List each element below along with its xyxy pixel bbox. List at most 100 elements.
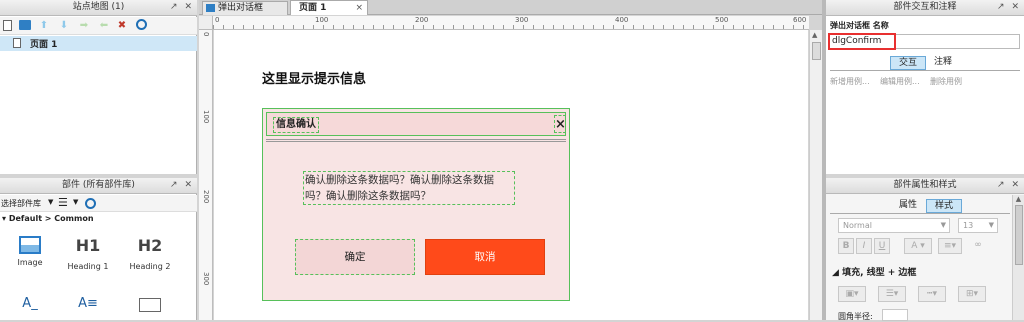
ruler-tick: 300 <box>202 272 210 286</box>
move-up-icon[interactable]: ⬆ <box>38 20 50 32</box>
bold-button[interactable]: B <box>838 238 854 254</box>
page-label: 页面 1 <box>30 40 58 50</box>
prompt-text[interactable]: 这里显示提示信息 <box>262 68 366 87</box>
sitemap-title: 站点地图 (1) ↗ ✕ <box>0 0 197 16</box>
cancel-button[interactable]: 取消 <box>425 239 545 275</box>
panel-window-icons[interactable]: ↗ ✕ <box>997 178 1021 193</box>
label-icon: A_ <box>22 296 38 311</box>
interaction-title: 部件交互和注释 ↗ ✕ <box>826 0 1024 16</box>
chevron-down-icon[interactable]: ▼ <box>73 198 78 206</box>
dialog-close-button[interactable]: × <box>554 115 566 133</box>
text-align-button[interactable]: ≡▾ <box>938 238 962 254</box>
interaction-panel: 部件交互和注释 ↗ ✕ 弹出对话框 名称 dlgConfirm 交互 注释 新增… <box>826 0 1024 174</box>
line-style-button[interactable]: ┅▾ <box>918 286 946 302</box>
tab-style[interactable]: 样式 <box>926 199 962 213</box>
component-group-label: Default > Common <box>8 214 94 223</box>
ruler-corner <box>199 16 213 30</box>
font-size-select[interactable]: 13 ▼ <box>958 218 998 233</box>
search-icon[interactable] <box>85 198 96 209</box>
component-label-widget[interactable]: A_ <box>0 296 60 311</box>
design-canvas[interactable]: 这里显示提示信息 信息确认 × 确认删除这条数据吗？确认删除这条数据吗？确认删除… <box>214 30 808 320</box>
component-heading-1[interactable]: H1 Heading 1 <box>58 236 118 271</box>
confirm-dialog[interactable]: 信息确认 × 确认删除这条数据吗？确认删除这条数据吗？确认删除这条数据吗？ 确定… <box>262 108 570 301</box>
font-size-value: 13 <box>963 221 974 230</box>
dialog-message: 确认删除这条数据吗？确认删除这条数据吗？确认删除这条数据吗？ <box>303 171 515 205</box>
outdent-icon[interactable]: ⬅ <box>98 20 110 32</box>
font-style-select[interactable]: Normal ▼ <box>838 218 950 233</box>
page-icon <box>13 38 21 48</box>
italic-button[interactable]: I <box>856 238 872 254</box>
corner-radius-input[interactable] <box>882 309 908 321</box>
fill-section-header[interactable]: ◢ 填充, 线型 + 边框 <box>832 265 916 278</box>
sitemap-toolbar: ⬆ ⬇ ➡ ⬅ ✖ <box>0 17 197 35</box>
panel-window-icons[interactable]: ↗ ✕ <box>170 0 194 15</box>
widget-name-label: 弹出对话框 名称 <box>830 21 889 30</box>
delete-page-icon[interactable]: ✖ <box>116 20 128 32</box>
dialog-title: 信息确认 <box>273 117 319 133</box>
heading-2-icon: H2 <box>137 236 163 255</box>
components-panel: 部件 (所有部件库) ↗ ✕ 选择部件库 ▼ ☰ ▼ ▾ Default > C… <box>0 178 197 320</box>
link-icon[interactable]: ∞ <box>970 238 986 254</box>
corner-radius-label: 圆角半径: <box>838 312 873 321</box>
tabs-underline <box>830 70 1020 71</box>
delete-case-link[interactable]: 删除用例 <box>930 76 962 87</box>
sitemap-title-label: 站点地图 (1) <box>72 2 125 12</box>
menu-icon[interactable]: ☰ <box>58 196 68 209</box>
scroll-up-arrow-icon[interactable]: ▲ <box>1013 195 1024 203</box>
chevron-down-icon: ▼ <box>988 221 994 229</box>
scroll-up-arrow-icon[interactable]: ▲ <box>812 31 817 39</box>
tab-properties[interactable]: 属性 <box>892 199 924 213</box>
search-icon[interactable] <box>136 19 147 30</box>
ruler-tick: 600 <box>793 16 807 24</box>
component-image[interactable]: Image <box>0 236 60 267</box>
sitemap-panel: 站点地图 (1) ↗ ✕ ⬆ ⬇ ➡ ⬅ ✖ 页面 1 <box>0 0 197 174</box>
name-field-ext <box>896 34 1020 49</box>
fill-color-button[interactable]: ▣▾ <box>838 286 866 302</box>
panel-window-icons[interactable]: ↗ ✕ <box>997 0 1021 15</box>
ruler-tick: 100 <box>315 16 329 24</box>
component-paragraph[interactable]: A≡ <box>58 296 118 311</box>
ruler-tick: 0 <box>215 16 220 24</box>
add-page-icon[interactable] <box>3 20 12 31</box>
scroll-thumb[interactable] <box>812 42 821 60</box>
indent-icon[interactable]: ➡ <box>78 20 90 32</box>
add-folder-icon[interactable] <box>19 20 31 30</box>
move-down-icon[interactable]: ⬇ <box>58 20 70 32</box>
font-color-button[interactable]: A ▾ <box>904 238 932 254</box>
tab-interact[interactable]: 交互 <box>890 56 926 70</box>
style-scrollbar[interactable]: ▲ <box>1012 195 1024 320</box>
style-panel: 部件属性和样式 ↗ ✕ 属性 样式 Normal ▼ 13 ▼ B I U A … <box>826 178 1024 321</box>
library-select[interactable]: 选择部件库 <box>1 198 41 209</box>
ruler-tick: 100 <box>202 110 210 124</box>
component-label: Heading 1 <box>67 262 109 271</box>
interaction-title-label: 部件交互和注释 <box>893 2 957 12</box>
page-icon <box>206 3 215 12</box>
ok-button[interactable]: 确定 <box>295 239 415 275</box>
component-group-header[interactable]: ▾ Default > Common <box>2 214 94 223</box>
widget-name-input[interactable]: dlgConfirm <box>828 33 896 50</box>
ruler-tick: 200 <box>415 16 429 24</box>
underline-button[interactable]: U <box>874 238 890 254</box>
line-color-button[interactable]: ☰▾ <box>878 286 906 302</box>
component-heading-2[interactable]: H2 Heading 2 <box>120 236 180 271</box>
chevron-down-icon[interactable]: ▼ <box>48 198 53 206</box>
tab-dialog-label: 弹出对话框 <box>218 3 264 13</box>
chevron-down-icon: ▼ <box>940 221 946 229</box>
style-title-label: 部件属性和样式 <box>893 180 957 190</box>
tab-notes[interactable]: 注释 <box>928 56 958 70</box>
tab-dialog[interactable]: 弹出对话框 <box>202 1 288 15</box>
vertical-scrollbar[interactable]: ▲ <box>809 30 822 320</box>
close-icon[interactable]: × <box>355 1 363 15</box>
component-label: Heading 2 <box>129 262 171 271</box>
ruler-tick: 0 <box>202 32 210 37</box>
library-toolbar: 选择部件库 ▼ ☰ ▼ <box>0 195 197 212</box>
scroll-thumb[interactable] <box>1014 205 1023 265</box>
tab-page-1[interactable]: 页面 1 × <box>290 0 368 15</box>
component-label: Image <box>17 258 43 267</box>
sitemap-page-item[interactable]: 页面 1 <box>0 36 197 51</box>
border-button[interactable]: ⊞▾ <box>958 286 986 302</box>
edit-case-link[interactable]: 编辑用例... <box>880 76 920 87</box>
add-case-link[interactable]: 新增用例... <box>830 76 870 87</box>
panel-window-icons[interactable]: ↗ ✕ <box>170 178 194 193</box>
component-rectangle[interactable] <box>120 298 180 312</box>
